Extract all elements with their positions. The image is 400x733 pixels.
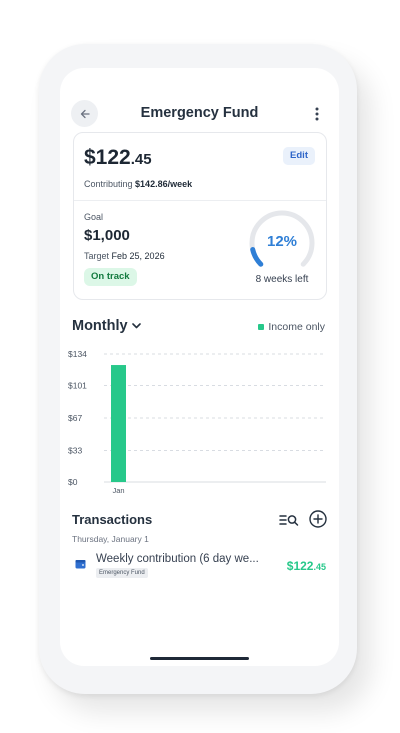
y-tick-label: $134 [68, 349, 87, 359]
app-screen: Emergency Fund $122.45 Edit Contributing… [60, 68, 339, 666]
target-prefix: Target [84, 251, 110, 261]
gauge-fill [250, 247, 264, 267]
y-tick-label: $67 [68, 413, 82, 423]
goal-summary-card: $122.45 Edit Contributing $142.86/week G… [73, 132, 327, 300]
weeks-left: 8 weeks left [255, 274, 309, 285]
legend-label: Income only [268, 321, 325, 333]
add-transaction-button[interactable] [308, 509, 328, 529]
income-chart: $134 $101 $67 $33 $0 Jan [68, 349, 326, 495]
top-bar: Emergency Fund [60, 98, 339, 128]
period-selector[interactable]: Monthly [72, 318, 141, 334]
more-options-button[interactable] [307, 103, 327, 125]
transaction-name: Weekly contribution (6 day we... [96, 553, 259, 565]
filter-button[interactable] [279, 512, 299, 528]
contribution-prefix: Contributing [84, 179, 133, 189]
chart-legend: Income only [258, 321, 325, 333]
edit-button[interactable]: Edit [283, 147, 315, 165]
target-date-text: Target Feb 25, 2026 [84, 251, 165, 261]
balance-cents: .45 [130, 151, 152, 168]
status-badge: On track [84, 268, 137, 286]
balance-amount: $122.45 [84, 146, 152, 170]
transactions-title: Transactions [72, 512, 153, 527]
home-indicator [150, 657, 249, 660]
contribution-text: Contributing $142.86/week [84, 179, 192, 189]
balance-main: $122 [84, 146, 131, 169]
more-vertical-icon [315, 107, 319, 121]
card-divider [74, 200, 326, 201]
x-tick-label: Jan [112, 486, 124, 495]
wallet-icon [75, 560, 86, 569]
transaction-amount: $122.45 [287, 559, 326, 573]
filter-search-icon [279, 515, 299, 526]
page-title: Emergency Fund [140, 105, 259, 121]
chart-bar[interactable] [111, 365, 126, 482]
transaction-tag: Emergency Fund [96, 568, 148, 578]
transaction-date-header: Thursday, January 1 [72, 534, 149, 544]
goal-label: Goal [84, 212, 104, 222]
period-label: Monthly [72, 318, 128, 334]
y-tick-label: $0 [68, 477, 78, 487]
transaction-amount-cents: .45 [313, 562, 326, 572]
transaction-row[interactable]: Weekly contribution (6 day we... Emergen… [72, 552, 332, 580]
legend-swatch [258, 324, 265, 330]
y-tick-label: $33 [68, 445, 82, 455]
contribution-value: $142.86/week [135, 179, 193, 189]
plus-circle-icon [309, 510, 327, 528]
transaction-amount-main: $122 [286, 559, 314, 573]
target-date: Feb 25, 2026 [111, 251, 165, 261]
chevron-down-icon [131, 323, 141, 329]
progress-percent: 12% [266, 233, 298, 250]
y-tick-label: $101 [68, 381, 87, 391]
goal-amount: $1,000 [84, 227, 130, 244]
